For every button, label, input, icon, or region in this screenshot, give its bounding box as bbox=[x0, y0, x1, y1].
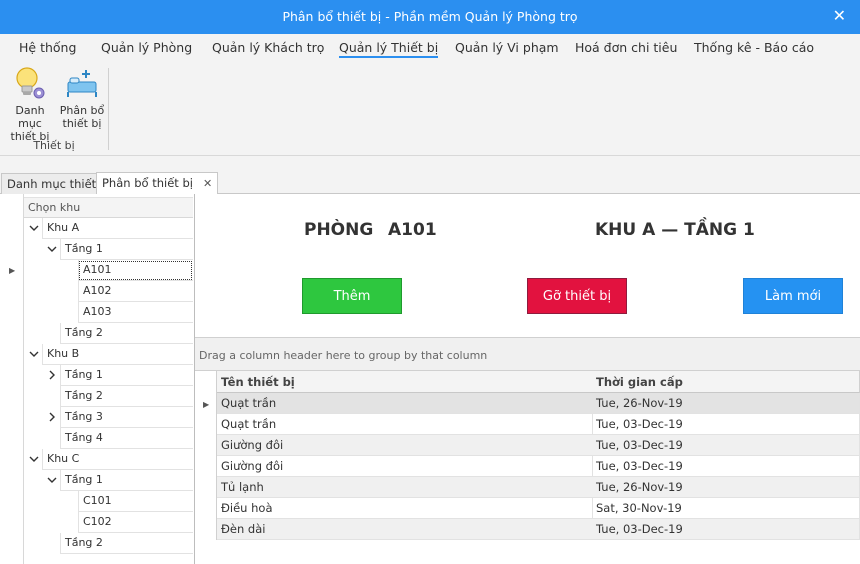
room-tree: ▶ Chọn khu Khu A Tầng 1 A101 A102 A103 Tầng 2… bbox=[0, 194, 195, 564]
cell-ten-thiet-bi[interactable]: Điều hoà bbox=[217, 498, 593, 519]
tab-danh-muc-thiet-bi-label: Danh mục thiết bị bbox=[7, 177, 111, 191]
ribbon: Danh mục thiết bị Phân bổ thiết bị Thiết… bbox=[0, 62, 860, 156]
tree-node[interactable]: C102 bbox=[78, 512, 193, 533]
tree-node[interactable]: Tầng 1 bbox=[60, 470, 193, 491]
danh-muc-thiet-bi-label: Danh mục thiết bị bbox=[5, 104, 55, 143]
phan-bo-thiet-bi-button[interactable]: Phân bổ thiết bị bbox=[57, 66, 107, 130]
tree-node[interactable]: Khu B bbox=[42, 344, 193, 365]
tab-phan-bo-thiet-bi[interactable]: Phân bổ thiết bị ✕ bbox=[96, 172, 219, 194]
column-header-thoi-gian-cap[interactable]: Thời gian cấp bbox=[592, 371, 860, 393]
menu-hoa-don-chi-tieu[interactable]: Hoá đơn chi tiêu bbox=[575, 40, 677, 55]
tree-node[interactable]: C101 bbox=[78, 491, 193, 512]
cell-thoi-gian-cap[interactable]: Tue, 26-Nov-19 bbox=[592, 393, 860, 414]
tree-node[interactable]: Khu C bbox=[42, 449, 193, 470]
cell-ten-thiet-bi[interactable]: Quạt trần bbox=[217, 393, 593, 414]
window-title: Phân bổ thiết bị - Phần mềm Quản lý Phòn… bbox=[282, 9, 578, 24]
menu-quan-ly-vi-pham[interactable]: Quản lý Vi phạm bbox=[455, 40, 559, 55]
menu-thong-ke-bao-cao[interactable]: Thống kê - Báo cáo bbox=[694, 40, 814, 55]
tree-node[interactable]: Tầng 2 bbox=[60, 386, 193, 407]
chevron-down-icon[interactable] bbox=[46, 474, 58, 486]
cell-ten-thiet-bi[interactable]: Quạt trần bbox=[217, 414, 593, 435]
tab-close-icon[interactable]: ✕ bbox=[203, 177, 212, 190]
tree-row-indicator bbox=[0, 194, 24, 564]
grid-row-indicator bbox=[195, 371, 217, 540]
document-tabs: Danh mục thiết bị Phân bổ thiết bị ✕ bbox=[0, 156, 860, 194]
cell-ten-thiet-bi[interactable]: Tủ lạnh bbox=[217, 477, 593, 498]
cell-thoi-gian-cap[interactable]: Tue, 03-Dec-19 bbox=[592, 435, 860, 456]
cell-ten-thiet-bi[interactable]: Giường đôi bbox=[217, 435, 593, 456]
column-header-ten-thiet-bi[interactable]: Tên thiết bị bbox=[217, 371, 593, 393]
cell-ten-thiet-bi[interactable]: Giường đôi bbox=[217, 456, 593, 477]
chevron-right-icon[interactable] bbox=[46, 411, 58, 423]
room-label: PHÒNG bbox=[304, 220, 374, 240]
tab-phan-bo-thiet-bi-label: Phân bổ thiết bị bbox=[102, 176, 193, 190]
ribbon-group-divider bbox=[108, 68, 109, 150]
tree-node[interactable]: A102 bbox=[78, 281, 193, 302]
chevron-down-icon[interactable] bbox=[46, 243, 58, 255]
remove-device-button[interactable]: Gỡ thiết bị bbox=[527, 278, 627, 314]
phan-bo-thiet-bi-line1: Phân bổ bbox=[59, 104, 105, 117]
menu-quan-ly-phong[interactable]: Quản lý Phòng bbox=[101, 40, 192, 55]
menu-he-thong[interactable]: Hệ thống bbox=[19, 40, 76, 55]
room-location: KHU A — TẦNG 1 bbox=[595, 220, 755, 240]
danh-muc-thiet-bi-button[interactable]: Danh mục thiết bị bbox=[5, 66, 55, 143]
close-icon[interactable]: ✕ bbox=[833, 6, 846, 25]
tree-node[interactable]: Tầng 3 bbox=[60, 407, 193, 428]
menu-bar: Hệ thống Quản lý Phòng Quản lý Khách trọ… bbox=[0, 34, 860, 62]
current-row-arrow-icon: ▶ bbox=[9, 266, 16, 275]
chevron-right-icon[interactable] bbox=[46, 369, 58, 381]
tree-node[interactable]: A101 bbox=[78, 260, 193, 281]
add-button[interactable]: Thêm bbox=[302, 278, 402, 314]
tree-header[interactable]: Chọn khu bbox=[24, 197, 193, 218]
tree-node[interactable]: Tầng 2 bbox=[60, 323, 193, 344]
cell-thoi-gian-cap[interactable]: Tue, 03-Dec-19 bbox=[592, 414, 860, 435]
tree-node[interactable]: Khu A bbox=[42, 218, 193, 239]
chevron-down-icon[interactable] bbox=[28, 453, 40, 465]
lightbulb-gear-icon bbox=[5, 66, 55, 102]
chevron-down-icon[interactable] bbox=[28, 222, 40, 234]
refresh-button[interactable]: Làm mới bbox=[743, 278, 843, 314]
tree-node[interactable]: Tầng 2 bbox=[60, 533, 193, 554]
cell-thoi-gian-cap[interactable]: Tue, 03-Dec-19 bbox=[592, 519, 860, 540]
tree-node[interactable]: A103 bbox=[78, 302, 193, 323]
title-bar: Phân bổ thiết bị - Phần mềm Quản lý Phòn… bbox=[0, 0, 860, 34]
room-code: A101 bbox=[388, 220, 437, 240]
phan-bo-thiet-bi-label: Phân bổ thiết bị bbox=[57, 104, 107, 130]
cell-thoi-gian-cap[interactable]: Tue, 03-Dec-19 bbox=[592, 456, 860, 477]
room-panel: PHÒNG A101 KHU A — TẦNG 1 Thêm Gỡ thiết … bbox=[195, 194, 860, 337]
chevron-down-icon[interactable] bbox=[28, 348, 40, 360]
menu-quan-ly-khach-tro[interactable]: Quản lý Khách trọ bbox=[212, 40, 324, 55]
cell-ten-thiet-bi[interactable]: Đèn dài bbox=[217, 519, 593, 540]
grid-current-row-arrow-icon: ▶ bbox=[203, 400, 210, 409]
tree-node[interactable]: Tầng 1 bbox=[60, 365, 193, 386]
group-by-panel[interactable]: Drag a column header here to group by th… bbox=[195, 337, 860, 371]
cell-thoi-gian-cap[interactable]: Tue, 26-Nov-19 bbox=[592, 477, 860, 498]
phan-bo-thiet-bi-line2: thiết bị bbox=[62, 117, 102, 130]
bed-add-icon bbox=[57, 66, 107, 102]
tree-node[interactable]: Tầng 4 bbox=[60, 428, 193, 449]
cell-thoi-gian-cap[interactable]: Sat, 30-Nov-19 bbox=[592, 498, 860, 519]
menu-quan-ly-thiet-bi[interactable]: Quản lý Thiết bị bbox=[339, 40, 439, 58]
ribbon-group-label: Thiết bị bbox=[33, 139, 75, 152]
device-grid: ▶ Tên thiết bị Thời gian cấp Quạt trần Tu… bbox=[195, 371, 860, 564]
tree-node[interactable]: Tầng 1 bbox=[60, 239, 193, 260]
danh-muc-thiet-bi-line1: Danh mục bbox=[15, 104, 45, 130]
